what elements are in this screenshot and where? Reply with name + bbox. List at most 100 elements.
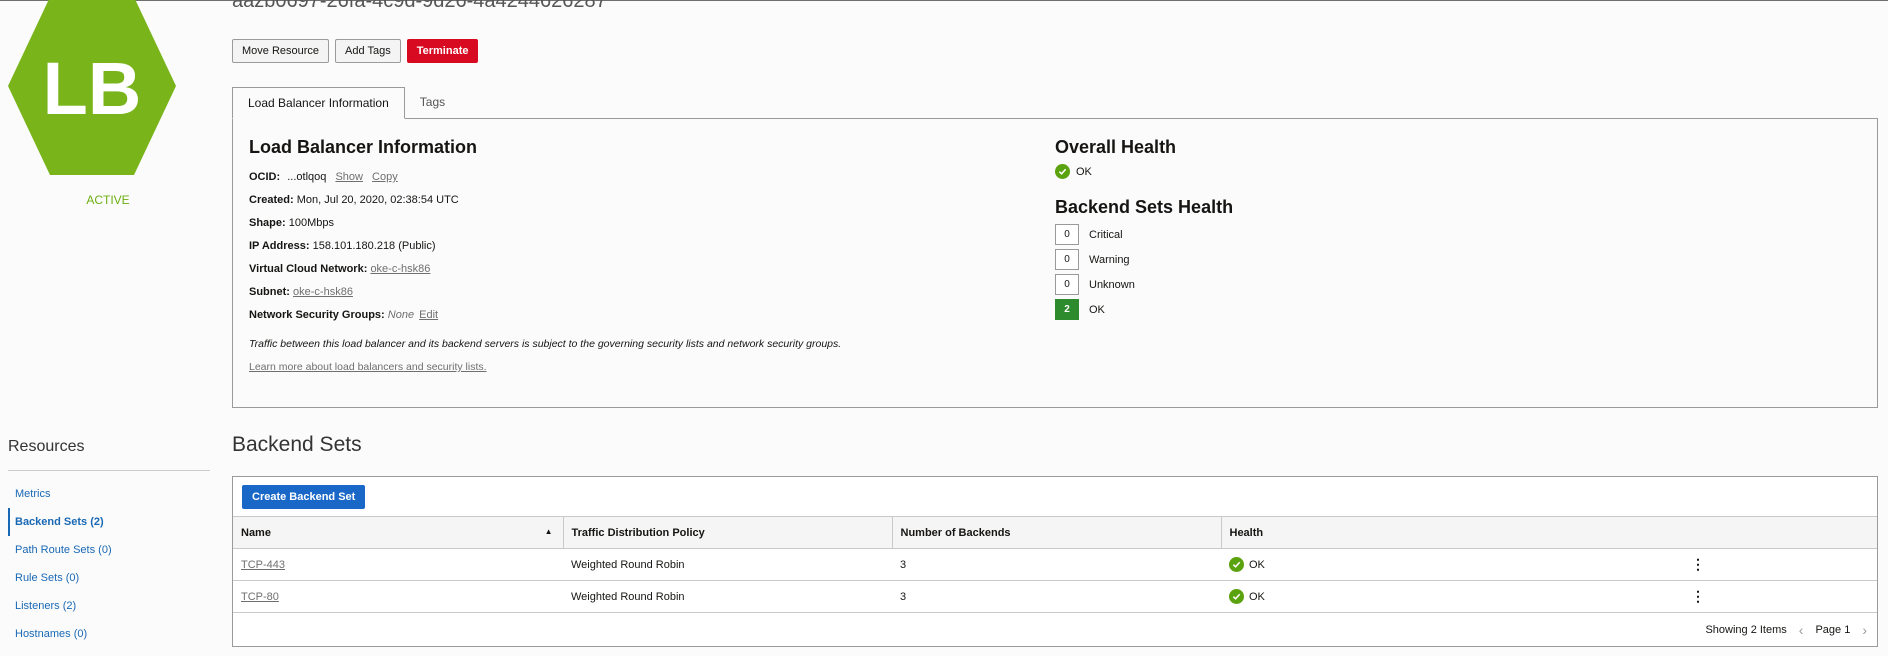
nsg-edit-link[interactable]: Edit	[419, 309, 438, 321]
overall-health-heading: Overall Health	[1055, 137, 1177, 157]
ok-label: OK	[1089, 303, 1105, 316]
resource-link-hostnames[interactable]: Hostnames (0)	[8, 620, 210, 648]
column-header-policy[interactable]: Traffic Distribution Policy	[563, 516, 893, 549]
info-panel: Load Balancer Information OCID: ...otlqo…	[232, 118, 1878, 408]
health-row-unknown: 0 Unknown	[1055, 274, 1555, 295]
ocid-copy-link[interactable]: Copy	[372, 171, 398, 183]
vcn-row: Virtual Cloud Network: oke-c-hsk86	[249, 258, 1049, 281]
items-count: Showing 2 Items	[1705, 624, 1787, 636]
resource-link-metrics[interactable]: Metrics	[8, 480, 210, 508]
table-header-row: Name ▲ Traffic Distribution Policy Number…	[233, 516, 1877, 549]
backends-cell: 3	[892, 580, 1221, 613]
created-label: Created:	[249, 194, 294, 206]
ocid-value: ...otlqoq	[287, 171, 327, 183]
critical-label: Critical	[1089, 228, 1123, 241]
nsg-value: None	[387, 309, 415, 321]
policy-cell: Weighted Round Robin	[563, 548, 892, 581]
row-actions-kebab-icon[interactable]: ⋮	[1683, 588, 1713, 605]
ocid-label: OCID:	[249, 171, 281, 183]
column-header-name[interactable]: Name ▲	[233, 516, 564, 549]
resource-link-listeners[interactable]: Listeners (2)	[8, 592, 210, 620]
resources-heading: Resources	[8, 438, 85, 455]
action-bar: Move Resource Add Tags Terminate	[232, 39, 479, 63]
health-row-warning: 0 Warning	[1055, 249, 1555, 270]
chevron-left-icon[interactable]: ‹	[1799, 622, 1804, 638]
terminate-button[interactable]: Terminate	[406, 39, 479, 63]
row-actions-kebab-icon[interactable]: ⋮	[1683, 556, 1713, 573]
pagination: Showing 2 Items ‹ Page 1 ›	[1705, 622, 1867, 638]
check-circle-icon	[1229, 589, 1244, 604]
tab-load-balancer-information[interactable]: Load Balancer Information	[232, 87, 405, 119]
overall-health-text: OK	[1076, 165, 1092, 178]
shape-row: Shape: 100Mbps	[249, 212, 1049, 235]
created-row: Created: Mon, Jul 20, 2020, 02:38:54 UTC	[249, 189, 1049, 212]
check-circle-icon	[1229, 557, 1244, 572]
backends-cell: 3	[892, 548, 1221, 581]
subnet-row: Subnet: oke-c-hsk86	[249, 281, 1049, 304]
shape-label: Shape:	[249, 217, 286, 229]
security-note: Traffic between this load balancer and i…	[249, 338, 842, 350]
table-row: TCP-443 Weighted Round Robin 3 OK ⋮	[233, 548, 1877, 581]
health-text: OK	[1249, 558, 1265, 571]
learn-more-link[interactable]: Learn more about load balancers and secu…	[249, 356, 1049, 379]
vcn-label: Virtual Cloud Network:	[249, 263, 368, 275]
health-cell: OK ⋮	[1221, 548, 1877, 581]
ocid-show-link[interactable]: Show	[335, 171, 363, 183]
shape-value: 100Mbps	[288, 217, 335, 229]
column-header-health[interactable]: Health	[1221, 516, 1877, 549]
ip-label: IP Address:	[249, 240, 310, 252]
details-heading: Load Balancer Information	[249, 137, 478, 157]
unknown-label: Unknown	[1089, 278, 1135, 291]
page-indicator: Page 1	[1815, 624, 1851, 636]
sort-asc-icon[interactable]: ▲	[545, 527, 553, 536]
warning-label: Warning	[1089, 253, 1130, 266]
backend-set-link[interactable]: TCP-80	[241, 591, 279, 603]
check-circle-icon	[1055, 164, 1070, 179]
overall-health-status: OK	[1055, 164, 1555, 179]
backend-sets-health-heading: Backend Sets Health	[1055, 197, 1234, 217]
vcn-link[interactable]: oke-c-hsk86	[370, 263, 430, 275]
health-row-critical: 0 Critical	[1055, 224, 1555, 245]
nsg-label: Network Security Groups:	[249, 309, 385, 321]
resources-nav: Metrics Backend Sets (2) Path Route Sets…	[8, 480, 210, 648]
tab-bar: Load Balancer Information Tags	[232, 87, 460, 119]
backend-sets-heading: Backend Sets	[232, 433, 362, 456]
health-text: OK	[1249, 590, 1265, 603]
create-backend-set-button[interactable]: Create Backend Set	[242, 485, 366, 509]
resource-link-rule-sets[interactable]: Rule Sets (0)	[8, 564, 210, 592]
backend-sets-panel: Create Backend Set Name ▲ Traffic Distrib…	[232, 476, 1878, 647]
subnet-link[interactable]: oke-c-hsk86	[293, 286, 353, 298]
backend-set-link[interactable]: TCP-443	[241, 559, 285, 571]
ocid-row: OCID: ...otlqoq Show Copy	[249, 166, 1049, 189]
column-name-label: Name	[241, 526, 271, 539]
status-label: ACTIVE	[86, 193, 130, 207]
health-row-ok: 2 OK	[1055, 299, 1555, 320]
resources-divider	[8, 470, 210, 471]
table-row: TCP-80 Weighted Round Robin 3 OK ⋮	[233, 580, 1877, 613]
critical-count: 0	[1055, 224, 1079, 245]
chevron-right-icon[interactable]: ›	[1862, 622, 1867, 638]
ok-count: 2	[1055, 299, 1079, 320]
ip-row: IP Address: 158.101.180.218 (Public)	[249, 235, 1049, 258]
resource-link-path-route-sets[interactable]: Path Route Sets (0)	[8, 536, 210, 564]
add-tags-button[interactable]: Add Tags	[335, 39, 401, 63]
column-header-backends[interactable]: Number of Backends	[892, 516, 1222, 549]
nsg-row: Network Security Groups: None Edit	[249, 304, 1049, 327]
health-section: Overall Health OK Backend Sets Health 0 …	[1055, 137, 1555, 320]
backend-sets-table: Name ▲ Traffic Distribution Policy Number…	[233, 516, 1877, 613]
move-resource-button[interactable]: Move Resource	[232, 39, 330, 63]
health-counts: 0 Critical 0 Warning 0 Unknown 2 OK	[1055, 224, 1555, 320]
icon-text: LB	[43, 47, 142, 130]
load-balancer-hexagon-icon: LB	[8, 0, 176, 175]
page-title: aazb0697-26fa-4c9d-9d26-4a4244626287	[232, 0, 607, 12]
unknown-count: 0	[1055, 274, 1079, 295]
warning-count: 0	[1055, 249, 1079, 270]
policy-cell: Weighted Round Robin	[563, 580, 892, 613]
resource-link-backend-sets[interactable]: Backend Sets (2)	[8, 508, 210, 536]
subnet-label: Subnet:	[249, 286, 290, 298]
tab-tags[interactable]: Tags	[405, 87, 460, 119]
created-value: Mon, Jul 20, 2020, 02:38:54 UTC	[296, 194, 459, 206]
health-cell: OK ⋮	[1221, 580, 1877, 613]
details-section: Load Balancer Information OCID: ...otlqo…	[249, 137, 1049, 379]
ip-value: 158.101.180.218 (Public)	[312, 240, 436, 252]
